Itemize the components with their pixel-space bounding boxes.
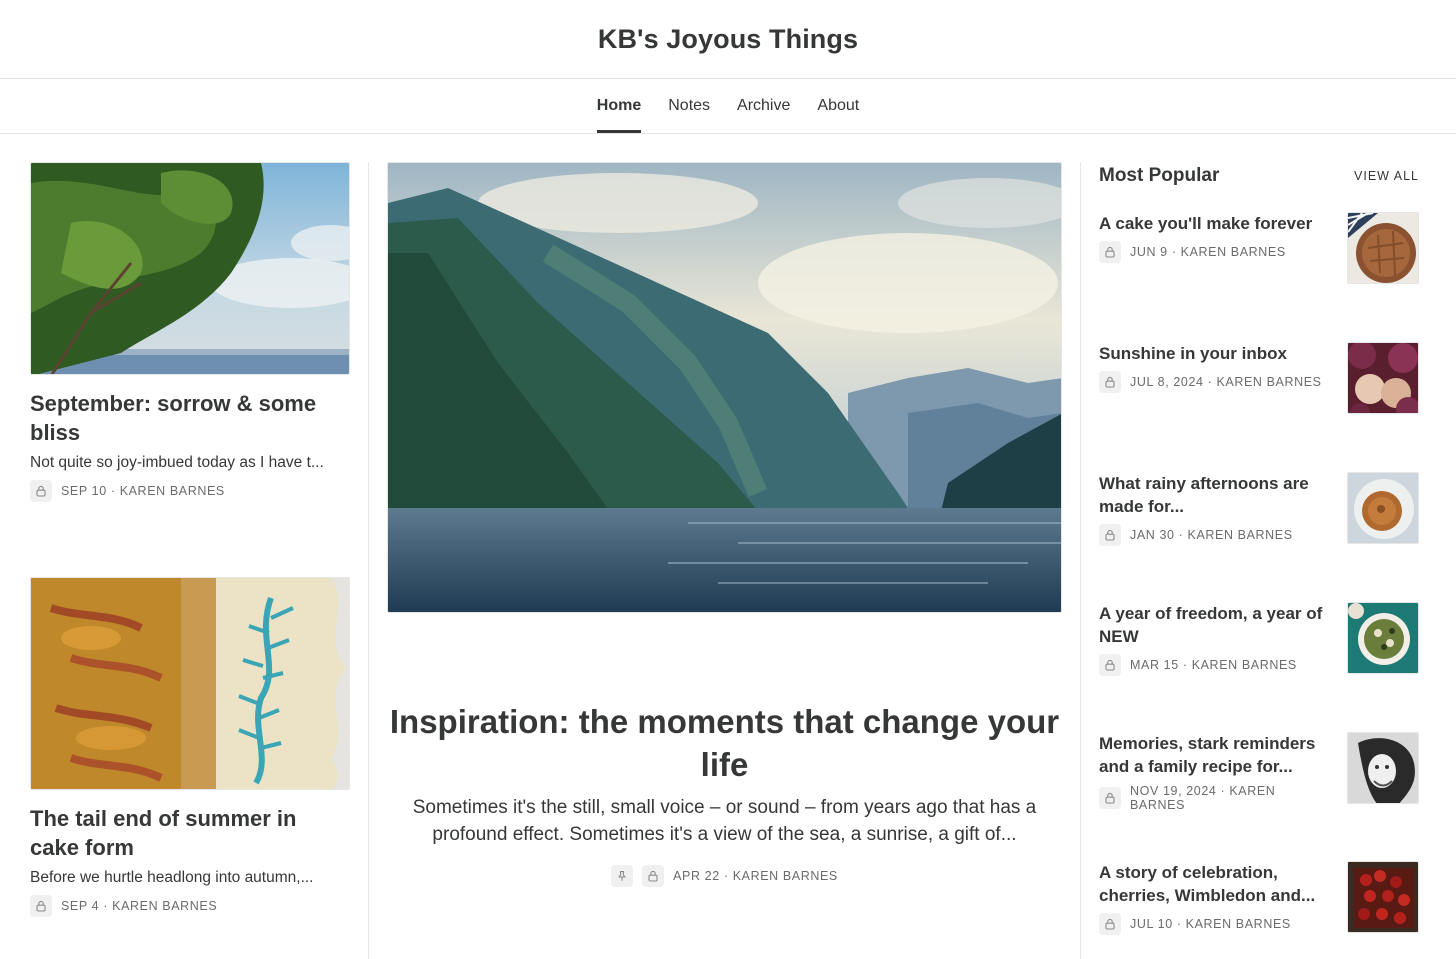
lock-icon	[1099, 787, 1121, 809]
popular-item[interactable]: A year of freedom, a year of NEW MAR 15 …	[1099, 602, 1419, 676]
post-author[interactable]: KAREN BARNES	[1181, 245, 1286, 259]
post-author[interactable]: KAREN BARNES	[1188, 528, 1293, 542]
meta-separator: ·	[1220, 784, 1226, 798]
popular-item-title[interactable]: What rainy afternoons are made for...	[1099, 472, 1333, 518]
lock-icon	[1099, 654, 1121, 676]
popular-item-thumbnail-bun[interactable]	[1347, 472, 1419, 544]
featured-post-title[interactable]: Inspiration: the moments that change you…	[387, 700, 1062, 786]
popular-item[interactable]: Memories, stark reminders and a family r…	[1099, 732, 1419, 812]
post-author[interactable]: KAREN BARNES	[1216, 375, 1321, 389]
post-author[interactable]: KAREN BARNES	[1192, 658, 1297, 672]
post-date: JUL 8, 2024	[1130, 375, 1204, 389]
post-date: SEP 4	[61, 899, 100, 913]
post-author[interactable]: KAREN BARNES	[733, 869, 838, 883]
view-all-link[interactable]: VIEW ALL	[1354, 169, 1419, 183]
post-thumbnail-pine-sea[interactable]	[30, 162, 350, 375]
popular-item-meta: NOV 19, 2024 · KAREN BARNES	[1099, 784, 1333, 812]
post-date: SEP 10	[61, 484, 107, 498]
meta-separator: ·	[1207, 375, 1213, 389]
popular-item[interactable]: A cake you'll make forever JUN 9 · KAREN…	[1099, 212, 1419, 286]
most-popular-title: Most Popular	[1099, 165, 1220, 186]
site-header: KB's Joyous Things	[0, 0, 1456, 79]
most-popular-section: Most Popular VIEW ALL A cake you'll make…	[1099, 162, 1419, 935]
featured-post-meta: APR 22 · KAREN BARNES	[387, 865, 1062, 887]
column-divider	[368, 162, 369, 959]
pin-icon	[611, 865, 634, 887]
popular-item-title[interactable]: A cake you'll make forever	[1099, 212, 1333, 235]
popular-item-meta: JAN 30 · KAREN BARNES	[1099, 524, 1333, 546]
featured-post-image[interactable]	[387, 162, 1062, 613]
nav-notes[interactable]: Notes	[668, 79, 710, 133]
site-title[interactable]: KB's Joyous Things	[598, 24, 858, 55]
popular-item-meta: JUN 9 · KAREN BARNES	[1099, 241, 1333, 263]
nav-about[interactable]: About	[817, 79, 859, 133]
popular-item[interactable]: A story of celebration, cherries, Wimble…	[1099, 861, 1419, 935]
lock-icon	[1099, 524, 1121, 546]
popular-item-title[interactable]: Sunshine in your inbox	[1099, 342, 1333, 365]
popular-item-title[interactable]: A year of freedom, a year of NEW	[1099, 602, 1333, 648]
post-card[interactable]: September: sorrow & some bliss Not quite…	[30, 162, 350, 502]
post-date: JAN 30	[1130, 528, 1175, 542]
meta-separator: ·	[110, 484, 116, 498]
lock-icon	[30, 480, 52, 502]
popular-item-thumbnail-portrait[interactable]	[1347, 732, 1419, 804]
meta-separator: ·	[1182, 658, 1188, 672]
column-divider	[1080, 162, 1081, 959]
post-date: APR 22	[673, 869, 720, 883]
main-nav: Home Notes Archive About	[0, 79, 1456, 134]
post-meta: SEP 4 · KAREN BARNES	[30, 895, 350, 917]
meta-separator: ·	[1176, 917, 1182, 931]
popular-item-thumbnail-salad[interactable]	[1347, 602, 1419, 674]
lock-icon	[1099, 241, 1121, 263]
post-date: JUN 9	[1130, 245, 1168, 259]
post-thumbnail-cake[interactable]	[30, 577, 350, 790]
popular-item[interactable]: Sunshine in your inbox JUL 8, 2024 · KAR…	[1099, 342, 1419, 416]
post-title[interactable]: September: sorrow & some bliss	[30, 389, 350, 447]
post-subtitle[interactable]: Not quite so joy-imbued today as I have …	[30, 452, 350, 474]
post-author[interactable]: KAREN BARNES	[112, 899, 217, 913]
lock-icon	[642, 865, 665, 887]
popular-item-thumbnail-cherries[interactable]	[1347, 861, 1419, 933]
popular-item[interactable]: What rainy afternoons are made for... JA…	[1099, 472, 1419, 546]
lock-icon	[30, 895, 52, 917]
post-title[interactable]: The tail end of summer in cake form	[30, 804, 350, 862]
meta-separator: ·	[1171, 245, 1177, 259]
popular-item-title[interactable]: Memories, stark reminders and a family r…	[1099, 732, 1333, 778]
popular-item-meta: MAR 15 · KAREN BARNES	[1099, 654, 1333, 676]
popular-item-title[interactable]: A story of celebration, cherries, Wimble…	[1099, 861, 1333, 907]
popular-item-meta: JUL 8, 2024 · KAREN BARNES	[1099, 371, 1333, 393]
lock-icon	[1099, 371, 1121, 393]
featured-post-subtitle[interactable]: Sometimes it's the still, small voice – …	[400, 794, 1049, 848]
post-author[interactable]: KAREN BARNES	[1186, 917, 1291, 931]
nav-archive[interactable]: Archive	[737, 79, 790, 133]
meta-separator: ·	[723, 869, 729, 883]
post-date: NOV 19, 2024	[1130, 784, 1217, 798]
post-subtitle[interactable]: Before we hurtle headlong into autumn,..…	[30, 867, 350, 889]
lock-icon	[1099, 913, 1121, 935]
most-popular-header: Most Popular VIEW ALL	[1099, 162, 1419, 190]
post-date: MAR 15	[1130, 658, 1179, 672]
meta-separator: ·	[103, 899, 109, 913]
meta-separator: ·	[1178, 528, 1184, 542]
post-author[interactable]: KAREN BARNES	[120, 484, 225, 498]
post-date: JUL 10	[1130, 917, 1173, 931]
popular-item-meta: JUL 10 · KAREN BARNES	[1099, 913, 1333, 935]
nav-home[interactable]: Home	[596, 79, 642, 133]
popular-item-thumbnail-cake[interactable]	[1347, 212, 1419, 284]
popular-item-thumbnail-onions[interactable]	[1347, 342, 1419, 414]
post-meta: SEP 10 · KAREN BARNES	[30, 480, 350, 502]
post-card[interactable]: The tail end of summer in cake form Befo…	[30, 577, 350, 917]
